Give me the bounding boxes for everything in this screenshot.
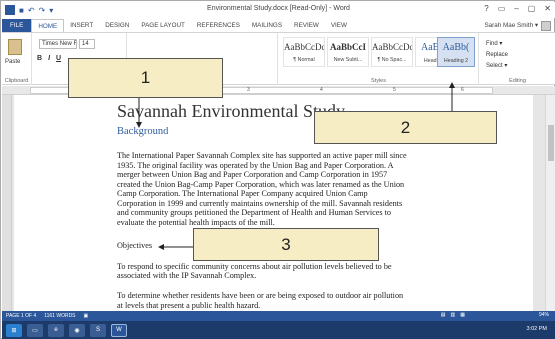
objective-1-line[interactable]: associated with the IP Savannah Complex. — [117, 271, 256, 281]
undo-icon[interactable]: ↶ — [28, 6, 35, 15]
callout-number: 3 — [281, 234, 291, 254]
format-buttons: B I U — [37, 55, 61, 62]
styles-group: AaBbCcDc ¶ Normal AaBbCcI New Subti... A… — [279, 33, 479, 85]
callout-2: 2 — [314, 111, 497, 144]
tab-insert[interactable]: INSERT — [64, 19, 99, 32]
ribbon-display-button[interactable]: ▭ — [498, 4, 506, 13]
view-buttons: ▤ ▥ ▦ — [441, 312, 465, 318]
editing-group-label: Editing — [509, 78, 526, 84]
objectives-heading[interactable]: Objectives — [117, 241, 152, 251]
editing-commands: Find ▾ Replace Select ▾ — [486, 39, 508, 72]
tab-mailings[interactable]: MAILINGS — [246, 19, 288, 32]
tab-page-layout[interactable]: PAGE LAYOUT — [135, 19, 191, 32]
ruler-mark: 5 — [393, 87, 396, 93]
underline-button[interactable]: U — [56, 55, 61, 62]
word-taskbar-icon[interactable]: W — [111, 323, 127, 337]
style-name: Heading 2 — [443, 58, 469, 64]
style-sample: AaBbCcDc — [372, 42, 412, 52]
ribbon-tabs: FILE HOME INSERT DESIGN PAGE LAYOUT REFE… — [2, 19, 555, 32]
clipboard-group: Paste Clipboard — [2, 33, 32, 85]
paste-button-label[interactable]: Paste — [5, 59, 20, 65]
title-bar: W ■ ↶ ↷ ▾ Environmental Study.docx [Read… — [2, 2, 555, 18]
tab-references[interactable]: REFERENCES — [191, 19, 246, 32]
background-line[interactable]: Camp Corporation. The International Pape… — [117, 189, 368, 199]
find-button[interactable]: Find ▾ — [486, 39, 508, 50]
customize-qat-icon[interactable]: ▾ — [49, 6, 53, 15]
tab-home[interactable]: HOME — [31, 19, 65, 32]
start-button-icon[interactable]: ⊞ — [6, 323, 22, 337]
tab-file[interactable]: FILE — [2, 19, 32, 32]
select-button[interactable]: Select ▾ — [486, 61, 508, 72]
taskbar: ⊞ ▭ e ◉ S W 3:02 PM — [2, 321, 555, 339]
word-count[interactable]: 1161 WORDS — [44, 313, 75, 319]
style-normal[interactable]: AaBbCcDc ¶ Normal — [283, 37, 325, 67]
status-bar: PAGE 1 OF 4 1161 WORDS ▣ ▤ ▥ ▦ 94% — [2, 311, 555, 321]
background-line[interactable]: evaluate the potential health impacts of… — [117, 218, 275, 228]
italic-button[interactable]: I — [48, 55, 50, 62]
taskbar-clock[interactable]: 3:02 PM — [527, 326, 547, 332]
help-button[interactable]: ? — [484, 4, 488, 13]
style-no-spacing[interactable]: AaBbCcDc ¶ No Spac... — [371, 37, 413, 67]
styles-group-label: Styles — [371, 78, 386, 84]
word-logo-icon: W — [5, 5, 15, 15]
tab-view[interactable]: VIEW — [325, 19, 353, 32]
read-mode-icon[interactable]: ▤ — [441, 312, 446, 318]
ruler-mark: 3 — [247, 87, 250, 93]
page-count[interactable]: PAGE 1 OF 4 — [6, 313, 36, 319]
background-heading[interactable]: Background — [117, 126, 168, 137]
vertical-scrollbar[interactable] — [545, 95, 555, 311]
callout-1: 1 — [68, 58, 223, 98]
document-title[interactable]: Savannah Environmental Study — [117, 101, 345, 122]
window-controls: ? ▭ – ▢ ✕ — [484, 4, 551, 13]
style-heading-2[interactable]: AaBb( Heading 2 — [437, 37, 475, 67]
style-name: ¶ No Spac... — [377, 57, 407, 63]
tab-design[interactable]: DESIGN — [99, 19, 135, 32]
callout-number: 2 — [400, 117, 411, 137]
replace-button[interactable]: Replace — [486, 50, 508, 61]
style-name: ¶ Normal — [293, 57, 315, 63]
callout-number: 1 — [140, 68, 151, 87]
objective-2-line[interactable]: To determine whether residents have been… — [117, 291, 403, 301]
scroll-thumb[interactable] — [548, 125, 554, 161]
zoom-level[interactable]: 94% — [539, 312, 549, 318]
style-new-subtitle[interactable]: AaBbCcI New Subti... — [327, 37, 369, 67]
avatar — [541, 20, 551, 31]
callout-3: 3 — [193, 228, 379, 261]
proofing-icon[interactable]: ▣ — [84, 313, 89, 319]
background-line[interactable]: and community groups petitioned the Depa… — [117, 208, 391, 218]
background-line[interactable]: merger between Union Bag and Paper Corpo… — [117, 170, 387, 180]
clipboard-group-label: Clipboard — [4, 78, 29, 84]
font-size-box[interactable]: 14 — [79, 39, 95, 49]
word-window: W ■ ↶ ↷ ▾ Environmental Study.docx [Read… — [0, 0, 555, 339]
browser-icon[interactable]: e — [48, 323, 64, 337]
explorer-icon[interactable]: ▭ — [27, 323, 43, 337]
minimize-button[interactable]: – — [514, 4, 518, 13]
save-icon[interactable]: ■ — [19, 6, 24, 15]
chrome-icon[interactable]: ◉ — [69, 323, 85, 337]
web-layout-icon[interactable]: ▦ — [460, 312, 465, 318]
style-sample: AaBbCcI — [329, 42, 366, 52]
style-sample: AaBbCcDc — [284, 42, 324, 52]
close-button[interactable]: ✕ — [544, 4, 551, 13]
restore-button[interactable]: ▢ — [528, 4, 536, 13]
objective-2-line[interactable]: at levels that present a public health h… — [117, 301, 260, 311]
ruler-mark: 4 — [320, 87, 323, 93]
style-sample: AaBb( — [442, 42, 470, 53]
paste-icon[interactable] — [8, 39, 22, 55]
bold-button[interactable]: B — [37, 55, 42, 62]
background-line[interactable]: The International Paper Savannah Complex… — [117, 151, 407, 161]
vertical-ruler — [2, 95, 12, 311]
skype-icon[interactable]: S — [90, 323, 106, 337]
window-title: Environmental Study.docx [Read-Only] - W… — [207, 5, 350, 12]
font-name-box[interactable]: Times New R — [39, 39, 77, 49]
user-name: Sarah Mae Smith ▾ — [484, 22, 538, 29]
print-layout-icon[interactable]: ▥ — [451, 312, 456, 318]
tab-review[interactable]: REVIEW — [288, 19, 325, 32]
editing-group: Find ▾ Replace Select ▾ Editing — [480, 33, 555, 85]
user-account[interactable]: Sarah Mae Smith ▾ — [484, 19, 551, 32]
quick-access-toolbar: W ■ ↶ ↷ ▾ — [2, 5, 53, 15]
style-name: New Subti... — [333, 57, 363, 63]
redo-icon[interactable]: ↷ — [39, 6, 46, 15]
ruler-mark: 6 — [461, 87, 464, 93]
